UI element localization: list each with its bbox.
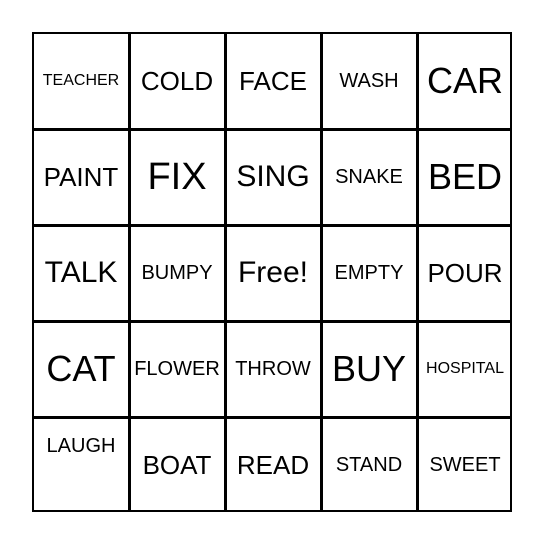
bingo-cell[interactable]: WASH: [321, 33, 417, 129]
bingo-cell[interactable]: CAR: [417, 33, 513, 129]
bingo-cell-word: THROW: [235, 358, 311, 380]
bingo-board: TEACHER COLD FACE WASH CAR PAINT FIX SING SNAKE B…: [32, 32, 512, 512]
bingo-cell[interactable]: SNAKE: [321, 129, 417, 225]
bingo-cell[interactable]: TALK: [33, 225, 129, 321]
bingo-cell-word: HOSPITAL: [426, 360, 504, 377]
bingo-cell-word: SWEET: [429, 454, 501, 476]
bingo-cell[interactable]: SING: [225, 129, 321, 225]
bingo-cell[interactable]: CAT: [33, 321, 129, 417]
bingo-cell-word: Free!: [237, 256, 309, 289]
bingo-cell-word: BUY: [331, 348, 407, 389]
bingo-cell-word: TEACHER: [42, 72, 120, 89]
bingo-cell-word: PAINT: [43, 162, 119, 192]
bingo-cell-word: BOAT: [142, 450, 212, 480]
bingo-cell-word: BED: [427, 156, 503, 197]
bingo-cell[interactable]: PAINT: [33, 129, 129, 225]
bingo-cell[interactable]: BUY: [321, 321, 417, 417]
bingo-cell-word: FIX: [147, 156, 207, 198]
bingo-cell[interactable]: READ: [225, 417, 321, 513]
bingo-free-cell[interactable]: Free!: [225, 225, 321, 321]
bingo-cell-word: POUR: [427, 258, 503, 288]
bingo-cell-word: EMPTY: [334, 262, 404, 284]
bingo-cell[interactable]: COLD: [129, 33, 225, 129]
bingo-cell-word: FACE: [239, 66, 307, 96]
bingo-cell[interactable]: SWEET: [417, 417, 513, 513]
bingo-cell[interactable]: POUR: [417, 225, 513, 321]
bingo-cell-word: SNAKE: [335, 166, 403, 188]
bingo-cell[interactable]: FACE: [225, 33, 321, 129]
bingo-cell-word: FLOWER: [134, 358, 220, 380]
bingo-cell[interactable]: STAND: [321, 417, 417, 513]
bingo-cell-word: LAUGH: [46, 435, 116, 457]
bingo-cell[interactable]: TEACHER: [33, 33, 129, 129]
bingo-cell[interactable]: LAUGH: [33, 417, 129, 513]
bingo-cell[interactable]: FIX: [129, 129, 225, 225]
bingo-cell-word: WASH: [339, 70, 399, 92]
bingo-cell[interactable]: BOAT: [129, 417, 225, 513]
bingo-cell[interactable]: HOSPITAL: [417, 321, 513, 417]
bingo-cell-word: CAT: [46, 348, 116, 389]
bingo-cell[interactable]: THROW: [225, 321, 321, 417]
bingo-cell-word: READ: [236, 450, 310, 480]
bingo-cell[interactable]: EMPTY: [321, 225, 417, 321]
bingo-cell[interactable]: BED: [417, 129, 513, 225]
bingo-cell-word: SING: [236, 160, 310, 193]
bingo-cell-word: TALK: [44, 256, 118, 289]
bingo-cell-word: BUMPY: [141, 262, 213, 284]
bingo-cell-word: COLD: [140, 66, 214, 96]
bingo-cell[interactable]: BUMPY: [129, 225, 225, 321]
bingo-cell[interactable]: FLOWER: [129, 321, 225, 417]
bingo-cell-word: STAND: [335, 454, 403, 476]
bingo-cell-word: CAR: [426, 60, 503, 101]
